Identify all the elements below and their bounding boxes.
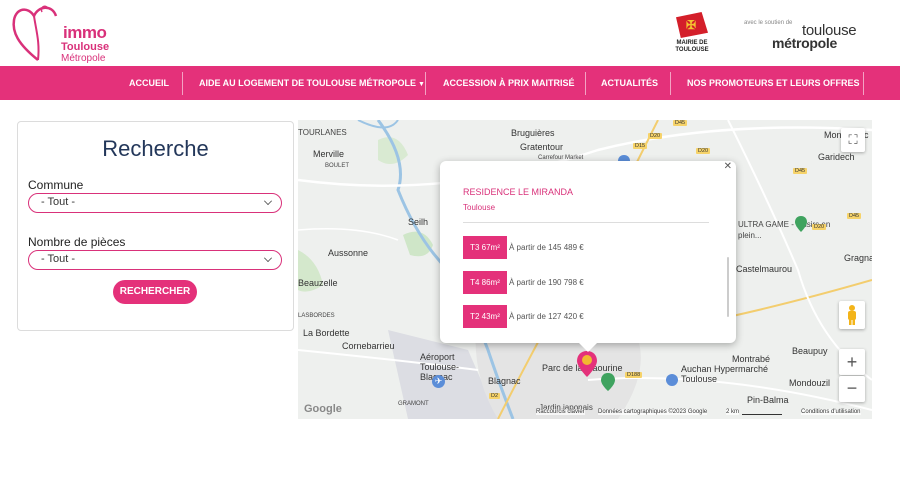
offer-type-badge: T4 86m² <box>463 271 507 294</box>
mairie-toulouse-logo[interactable]: ✠ MAIRIE DE TOULOUSE <box>674 12 710 54</box>
map-label-aussonne: Aussonne <box>328 248 369 258</box>
rechercher-button[interactable]: RECHERCHER <box>113 280 197 304</box>
green-place-pin-icon[interactable] <box>795 216 807 232</box>
commune-select[interactable]: - Tout - <box>28 193 282 213</box>
logo-immo-text: immo <box>63 23 107 42</box>
immo-toulouse-logo[interactable]: immo Toulouse Métropole <box>10 2 120 64</box>
zoom-in-icon[interactable]: + <box>839 349 865 375</box>
map-scale-bar <box>742 414 782 415</box>
street-view-pegman-icon[interactable] <box>839 301 865 329</box>
map-label-merville: Merville <box>313 149 345 159</box>
map-label-beauzelle: Beauzelle <box>298 278 338 288</box>
logo-toulouse-text: Toulouse <box>61 41 110 53</box>
occitan-cross-icon: ✠ <box>686 18 697 32</box>
map-label-beaupuy: Beaupuy <box>792 346 828 356</box>
fullscreen-icon[interactable]: ⛶ <box>841 128 865 152</box>
pieces-select[interactable]: - Tout - <box>28 250 282 270</box>
nav-item-actualites[interactable]: ACTUALITÉS <box>601 66 658 100</box>
map-label-gramont: GRAMONT <box>398 401 429 407</box>
road-badge: D45 <box>673 120 688 126</box>
map-label-tourlanes: TOURLANES <box>298 128 347 137</box>
map-label-bruguieres: Bruguières <box>511 128 555 138</box>
offer-type-badge: T2 43m² <box>463 305 507 328</box>
nav-divider <box>182 72 183 95</box>
nav-item-accession[interactable]: ACCESSION À PRIX MAITRISÉ <box>443 66 575 100</box>
nav-item-aide-logement-label: AIDE AU LOGEMENT DE TOULOUSE MÉTROPOLE <box>199 78 417 88</box>
map-label-boulet: BOULET <box>325 163 350 169</box>
map-label-pin-balma: Pin-Balma <box>747 395 789 405</box>
caret-down-icon: ▼ <box>418 81 425 88</box>
road-badge: D2 <box>489 393 501 399</box>
pieces-label: Nombre de pièces <box>28 235 126 249</box>
popup-title[interactable]: RESIDENCE LE MIRANDA <box>463 187 573 197</box>
map-scale-label[interactable]: 2 km <box>726 409 740 415</box>
map-label-gratentour: Gratentour <box>520 142 564 152</box>
residence-marker-icon[interactable] <box>577 351 597 377</box>
map-label-la-bordette: La Bordette <box>303 328 350 338</box>
offer-type-badge: T3 67m² <box>463 236 507 259</box>
airport-icon[interactable]: ✈ <box>432 375 445 388</box>
map-label-mondouzil: Mondouzil <box>789 378 831 388</box>
terms-link[interactable]: Conditions d'utilisation <box>801 409 861 415</box>
search-title: Recherche <box>102 136 209 161</box>
shopping-pin-icon[interactable] <box>666 374 678 386</box>
road-badge: D45 <box>847 213 862 219</box>
map-label-cornebarrieu: Cornebarrieu <box>342 341 395 351</box>
map-label-castelmaurou: Castelmaurou <box>736 264 793 274</box>
map-label-auchan: Auchan Hypermarché Toulouse <box>681 364 769 384</box>
nav-item-aide-logement[interactable]: AIDE AU LOGEMENT DE TOULOUSE MÉTROPOLE ▼ <box>199 66 425 100</box>
popup-divider <box>463 222 709 223</box>
soutien-label: avec le soutien de <box>744 20 793 26</box>
pieces-select-value: - Tout - <box>41 253 76 265</box>
offer-price: À partir de 145 489 € <box>509 243 584 252</box>
keyboard-shortcuts-link[interactable]: Raccourcis clavier <box>536 409 585 415</box>
search-panel: Recherche Commune - Tout - Nombre de piè… <box>17 121 294 331</box>
site-header: immo Toulouse Métropole ✠ MAIRIE DE TOUL… <box>0 0 900 66</box>
road-badge: D20 <box>696 148 711 154</box>
commune-select-value: - Tout - <box>41 196 76 208</box>
nav-divider <box>670 72 671 95</box>
nav-divider <box>425 72 426 95</box>
offer-price: À partir de 127 420 € <box>509 312 584 321</box>
nav-divider <box>585 72 586 95</box>
map-label-gragnague: Gragnague <box>844 253 872 263</box>
map-label-montrabe: Montrabé <box>732 354 771 364</box>
commune-label: Commune <box>28 178 84 192</box>
nav-divider <box>863 72 864 95</box>
map-label-blagnac: Blagnac <box>488 376 521 386</box>
map-label-seilh: Seilh <box>408 217 429 227</box>
road-badge: D188 <box>625 372 643 378</box>
map-label-ultra-game: ULTRA GAME - Loisirs en plein... <box>738 220 831 240</box>
chevron-down-icon <box>264 254 272 262</box>
road-badge: D20 <box>648 133 663 139</box>
green-park-pin-icon[interactable] <box>601 373 615 391</box>
map-label-lasbordes: LASBORDES <box>298 313 335 319</box>
popup-city: Toulouse <box>463 203 496 212</box>
nav-item-promoteurs[interactable]: NOS PROMOTEURS ET LEURS OFFRES <box>687 66 860 100</box>
nav-item-accueil[interactable]: ACCUEIL <box>129 66 169 100</box>
chevron-down-icon <box>264 197 272 205</box>
toulouse-metropole-logo-bottom[interactable]: métropole <box>772 35 837 51</box>
road-badge: D45 <box>793 168 808 174</box>
map-footer: Raccourcis clavier Données cartographiqu… <box>298 408 872 419</box>
map-label-garidech: Garidech <box>818 152 855 162</box>
map-label-aeroport: Aéroport Toulouse-Blagnac <box>420 352 460 382</box>
zoom-out-icon[interactable]: − <box>839 376 865 402</box>
popup-scrollbar[interactable] <box>727 257 729 317</box>
logo-metropole-text: Métropole <box>61 53 106 64</box>
offer-price: À partir de 190 798 € <box>509 278 584 287</box>
close-icon[interactable]: ✕ <box>724 161 732 172</box>
mairie-label: MAIRIE DE TOULOUSE <box>675 40 709 53</box>
road-badge: D15 <box>633 143 648 149</box>
map-data-attribution[interactable]: Données cartographiques ©2023 Google <box>598 409 708 415</box>
residence-popup: ✕ RESIDENCE LE MIRANDA Toulouse T3 67m² … <box>440 161 736 352</box>
main-nav: ACCUEIL AIDE AU LOGEMENT DE TOULOUSE MÉT… <box>0 66 900 100</box>
road-badge: D20 <box>812 224 827 230</box>
